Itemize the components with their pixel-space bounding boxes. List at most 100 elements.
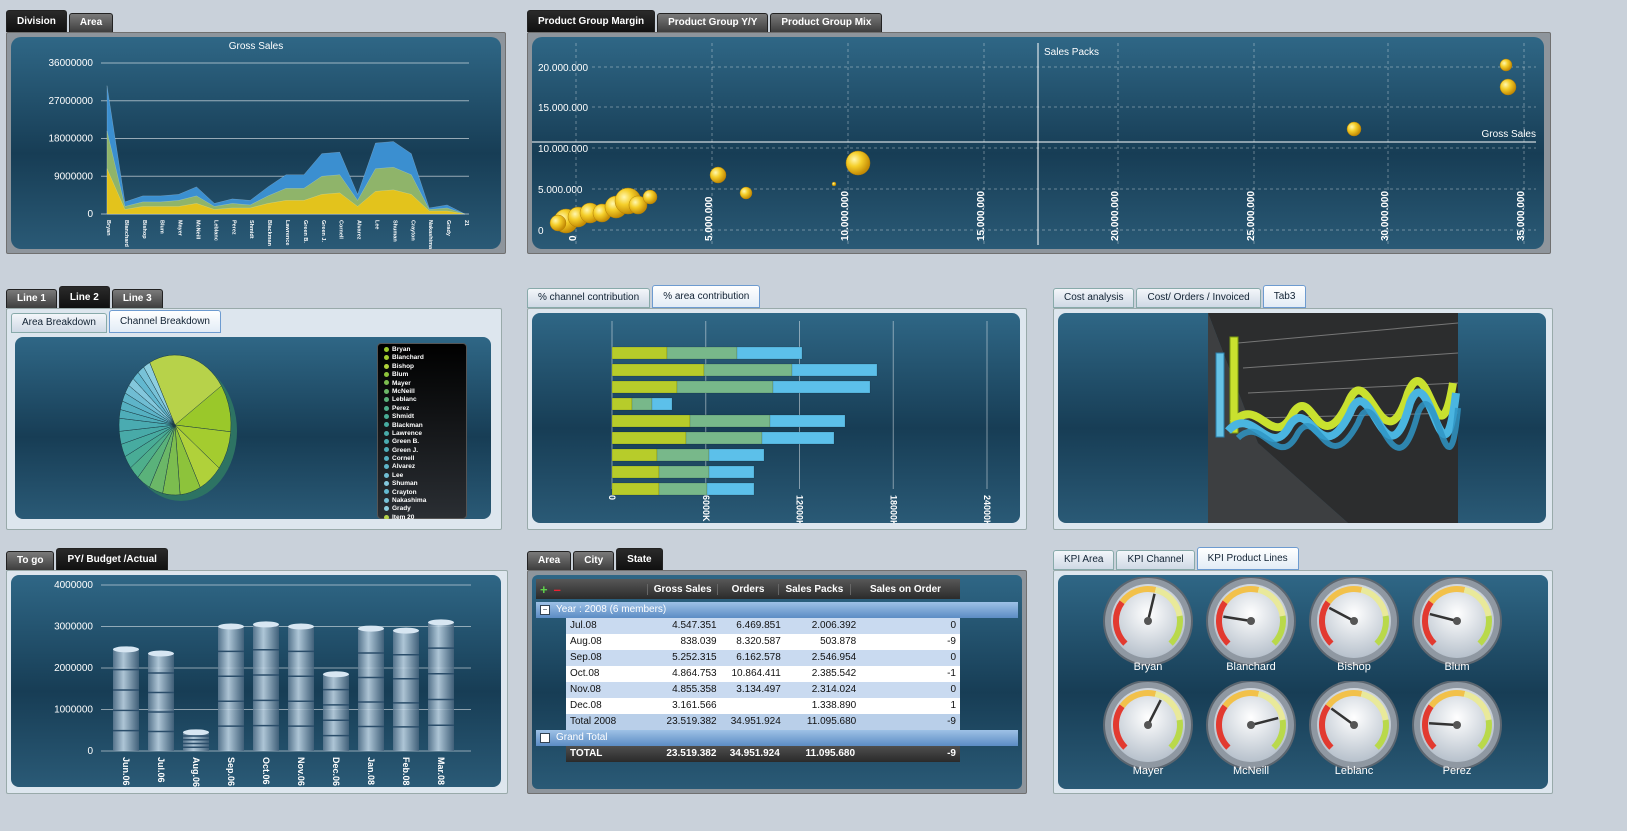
y-tick-label: 20.000.000	[538, 63, 588, 74]
tab-tab3[interactable]: Tab3	[1262, 285, 1307, 308]
legend-swatch	[384, 380, 389, 386]
tab-product-group-yy[interactable]: Product Group Y/Y	[657, 13, 769, 32]
kpi-gauge: McNeill	[1201, 680, 1301, 783]
bar-segment	[685, 431, 763, 445]
tab-area-contribution[interactable]: % area contribution	[652, 285, 761, 308]
x-tick-label: Green J.	[320, 220, 326, 242]
collapse-group-icon[interactable]: −	[540, 605, 550, 615]
legend-label: Blackman	[392, 421, 423, 429]
gauge-dial	[1309, 576, 1399, 666]
x-tick-label: Jul.06	[156, 757, 166, 783]
tab-area-breakdown[interactable]: Area Breakdown	[11, 313, 107, 333]
grand-total-group-row[interactable]: Grand Total	[536, 730, 1018, 746]
tab-line-2[interactable]: Line 2	[58, 286, 110, 308]
gauge-dial	[1412, 576, 1502, 666]
x-tick-label: Shuman	[391, 220, 397, 242]
x-tick-label: Blanchard	[123, 220, 129, 247]
tab-channel-contribution[interactable]: % channel contribution	[527, 288, 651, 308]
expand-all-icon[interactable]: +	[540, 582, 548, 597]
legend-swatch	[384, 497, 389, 503]
ribbon-3d-chart	[1208, 313, 1461, 523]
legend-label: Blanchard	[392, 354, 424, 362]
gauge-hub	[1350, 617, 1358, 625]
table-row[interactable]: Dec.08 3.161.566 1.338.890 1	[566, 698, 960, 714]
gauge-dial	[1103, 576, 1193, 666]
legend-swatch	[384, 388, 389, 394]
legend-item: Alvarez	[384, 463, 466, 471]
cylinder-bar	[288, 626, 314, 751]
column-sales-packs[interactable]: Sales Packs	[777, 583, 850, 595]
tab-city[interactable]: City	[573, 551, 615, 570]
tab-product-group-margin[interactable]: Product Group Margin	[527, 10, 656, 32]
gauge-label: Blanchard	[1226, 661, 1276, 673]
total-row[interactable]: Total 2008 23.519.382 34.951.924 11.095.680…	[566, 714, 960, 730]
column-gross-sales[interactable]: Gross Sales	[646, 583, 717, 595]
cell-packs: 1.338.890	[811, 700, 857, 711]
legend-item: Crayton	[384, 489, 466, 497]
cylinder-chart-area: 4000000 3000000 2000000 1000000 0 Jun.06 Jul.0…	[11, 575, 501, 787]
contribution-frame: 0 6000K 12000K 18000K 24000K	[527, 308, 1027, 530]
kpi-gauge: Perez	[1407, 680, 1507, 783]
cylinder-bar	[218, 626, 244, 751]
cell-onorder: 0	[950, 620, 956, 631]
contribution-panel: % channel contribution % area contributi…	[527, 285, 1027, 530]
table-row[interactable]: Jul.08 4.547.351 6.469.851 2.006.392 0	[566, 618, 960, 634]
legend-label: Green J.	[392, 446, 419, 454]
cylinder-bar	[323, 674, 349, 751]
grand-total-label: Grand Total	[556, 732, 608, 743]
gross-sales-frame: Gross Sales 36000000 27000000 18000000 9000…	[6, 32, 506, 254]
cell-gross: 838.039	[680, 636, 717, 647]
legend-swatch	[384, 405, 389, 411]
bar-segment	[611, 380, 678, 394]
expand-grand-icon[interactable]	[540, 733, 550, 743]
cell-label: Sep.08	[570, 652, 602, 663]
column-sales-on-order[interactable]: Sales on Order	[850, 583, 960, 595]
year-group-row[interactable]: − Year : 2008 (6 members)	[536, 602, 1018, 618]
table-row[interactable]: Aug.08 838.039 8.320.587 503.878 -9	[566, 634, 960, 650]
gauge-hub	[1247, 617, 1255, 625]
kpi-gauge: Blanchard	[1201, 576, 1301, 679]
cylinder-top	[183, 729, 209, 736]
gross-sales-panel: Division Area Gross Sales 36000000 270000…	[6, 10, 506, 254]
gauge-label: Bishop	[1337, 661, 1371, 673]
cell-gross: 23.519.382	[666, 716, 717, 727]
cell-orders: 6.162.578	[736, 652, 781, 663]
tab-kpi-area[interactable]: KPI Area	[1053, 550, 1115, 570]
x-tick-label: Jan.08	[366, 757, 376, 785]
tab-division[interactable]: Division	[6, 10, 67, 32]
cylinder-top	[323, 671, 349, 678]
bubble	[549, 214, 567, 232]
tab-area[interactable]: Area	[68, 13, 114, 32]
tab-line-1[interactable]: Line 1	[6, 289, 57, 308]
tab-area-pivot[interactable]: Area	[527, 551, 572, 570]
tab-cost-orders-invoiced[interactable]: Cost/ Orders / Invoiced	[1136, 288, 1261, 308]
table-row[interactable]: Nov.08 4.855.358 3.134.497 2.314.024 0	[566, 682, 960, 698]
gauge-dial	[1412, 680, 1502, 770]
legend-label: Shuman	[392, 480, 418, 488]
collapse-all-icon[interactable]: –	[554, 582, 561, 597]
x-tick-label: Perez	[230, 220, 236, 235]
table-row[interactable]: Sep.08 5.252.315 6.162.578 2.546.954 0	[566, 650, 960, 666]
tab-product-group-mix[interactable]: Product Group Mix	[770, 13, 883, 32]
pie-chart	[118, 354, 237, 501]
column-orders[interactable]: Orders	[717, 583, 777, 595]
tab-state[interactable]: State	[616, 548, 663, 570]
legend-swatch	[384, 346, 389, 352]
tab-cost-analysis[interactable]: Cost analysis	[1053, 288, 1135, 308]
legend-item: Nakashima	[384, 497, 466, 505]
product-group-tabs: Product Group Margin Product Group Y/Y P…	[527, 10, 884, 32]
cell-packs: 11.095.680	[806, 716, 857, 727]
y-tick-label: 1000000	[54, 705, 93, 716]
tab-kpi-product-lines[interactable]: KPI Product Lines	[1196, 547, 1299, 570]
table-row[interactable]: Oct.08 4.864.753 10.864.411 2.385.542 -1	[566, 666, 960, 682]
tab-to-go[interactable]: To go	[6, 551, 55, 570]
line-tabs: Line 1 Line 2 Line 3	[6, 286, 165, 308]
cell-label: Total 2008	[570, 716, 617, 727]
tab-kpi-channel[interactable]: KPI Channel	[1116, 550, 1195, 570]
cylinder-bar	[428, 622, 454, 751]
grand-packs: 11.095.680	[805, 748, 856, 759]
tab-py-budget-actual[interactable]: PY/ Budget /Actual	[56, 548, 168, 570]
stacked-bar-chart: 0 6000K 12000K 18000K 24000K	[607, 321, 992, 523]
tab-channel-breakdown[interactable]: Channel Breakdown	[108, 310, 221, 333]
tab-line-3[interactable]: Line 3	[111, 289, 163, 308]
